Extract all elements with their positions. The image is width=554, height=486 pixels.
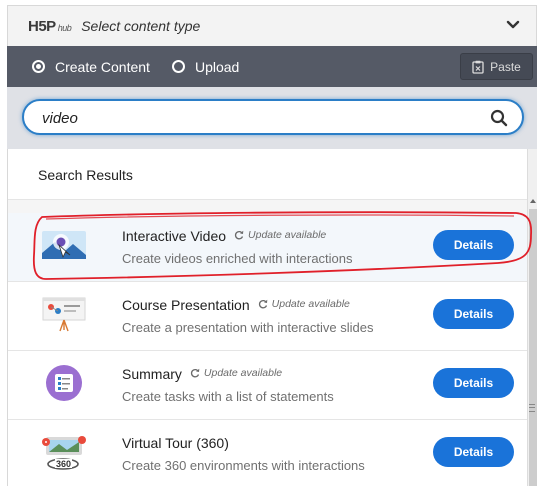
result-description: Create tasks with a list of statements: [122, 389, 334, 404]
refresh-icon: [234, 230, 244, 240]
summary-icon: [46, 365, 82, 401]
result-title-text: Summary: [122, 366, 182, 382]
result-title-text: Virtual Tour (360): [122, 435, 229, 451]
list-item-course-presentation[interactable]: Course Presentation Update available Crea…: [8, 282, 527, 351]
details-button[interactable]: Details: [433, 299, 514, 329]
logo-sub-text: hub: [57, 22, 72, 33]
scroll-up-arrow-icon[interactable]: [529, 197, 537, 205]
radio-unselected-icon[interactable]: [171, 60, 185, 73]
paste-button-label: Paste: [490, 59, 521, 74]
results-heading: Search Results: [38, 167, 133, 183]
list-item-interactive-video[interactable]: Interactive Video Update available Create…: [8, 213, 527, 282]
chevron-down-icon[interactable]: [504, 16, 522, 34]
details-button[interactable]: Details: [433, 437, 514, 467]
refresh-icon: [258, 299, 267, 309]
update-available: Update available: [190, 367, 282, 379]
list-item-summary[interactable]: Summary Update available Create tasks wit…: [8, 351, 527, 420]
tab-upload[interactable]: Upload: [171, 58, 240, 75]
search-results-panel: Search Results Interactive Video Update a…: [7, 149, 527, 486]
details-button[interactable]: Details: [433, 368, 514, 398]
header-title: Select content type: [81, 18, 201, 34]
refresh-icon: [190, 368, 200, 378]
tab-create-content-label: Create Content: [55, 58, 150, 75]
scroll-grip-icon: [529, 404, 535, 412]
scrollbar[interactable]: [527, 149, 537, 486]
content-type-selector-header[interactable]: H5P hub Select content type: [7, 5, 537, 46]
clipboard-icon: [472, 60, 484, 74]
update-available: Update available: [258, 298, 350, 310]
update-text: Update available: [248, 229, 327, 241]
course-presentation-icon: [42, 297, 86, 332]
results-divider: [8, 199, 527, 213]
tab-bar: Create Content Upload Paste: [7, 46, 537, 87]
h5p-hub-logo: H5P hub: [28, 17, 72, 35]
result-title-text: Course Presentation: [122, 297, 250, 313]
list-item-virtual-tour[interactable]: 360 Virtual Tour (360) Create 360 enviro…: [8, 420, 527, 486]
update-text: Update available: [203, 367, 283, 379]
interactive-video-icon: [42, 231, 86, 259]
search-input[interactable]: [42, 108, 462, 128]
scroll-thumb[interactable]: [529, 209, 537, 486]
update-text: Update available: [271, 298, 350, 310]
tab-create-content[interactable]: Create Content: [32, 59, 150, 75]
logo-text: H5P: [28, 17, 56, 35]
search-box[interactable]: [22, 99, 524, 135]
result-title: Summary Update available: [122, 366, 282, 382]
svg-text:360: 360: [56, 459, 71, 469]
result-description: Create a presentation with interactive s…: [122, 320, 374, 335]
search-icon[interactable]: [490, 109, 508, 127]
result-title: Virtual Tour (360): [122, 435, 229, 451]
paste-button[interactable]: Paste: [460, 53, 533, 80]
result-title: Course Presentation Update available: [122, 297, 350, 313]
details-button[interactable]: Details: [433, 230, 514, 260]
result-description: Create 360 environments with interaction…: [122, 458, 365, 473]
radio-selected-icon[interactable]: [32, 60, 45, 73]
virtual-tour-icon: 360: [42, 436, 86, 470]
search-area: [7, 87, 537, 149]
result-description: Create videos enriched with interactions: [122, 251, 353, 266]
update-available: Update available: [234, 229, 326, 241]
result-title: Interactive Video Update available: [122, 228, 326, 244]
tab-upload-label: Upload: [194, 58, 240, 75]
result-title-text: Interactive Video: [122, 228, 227, 244]
